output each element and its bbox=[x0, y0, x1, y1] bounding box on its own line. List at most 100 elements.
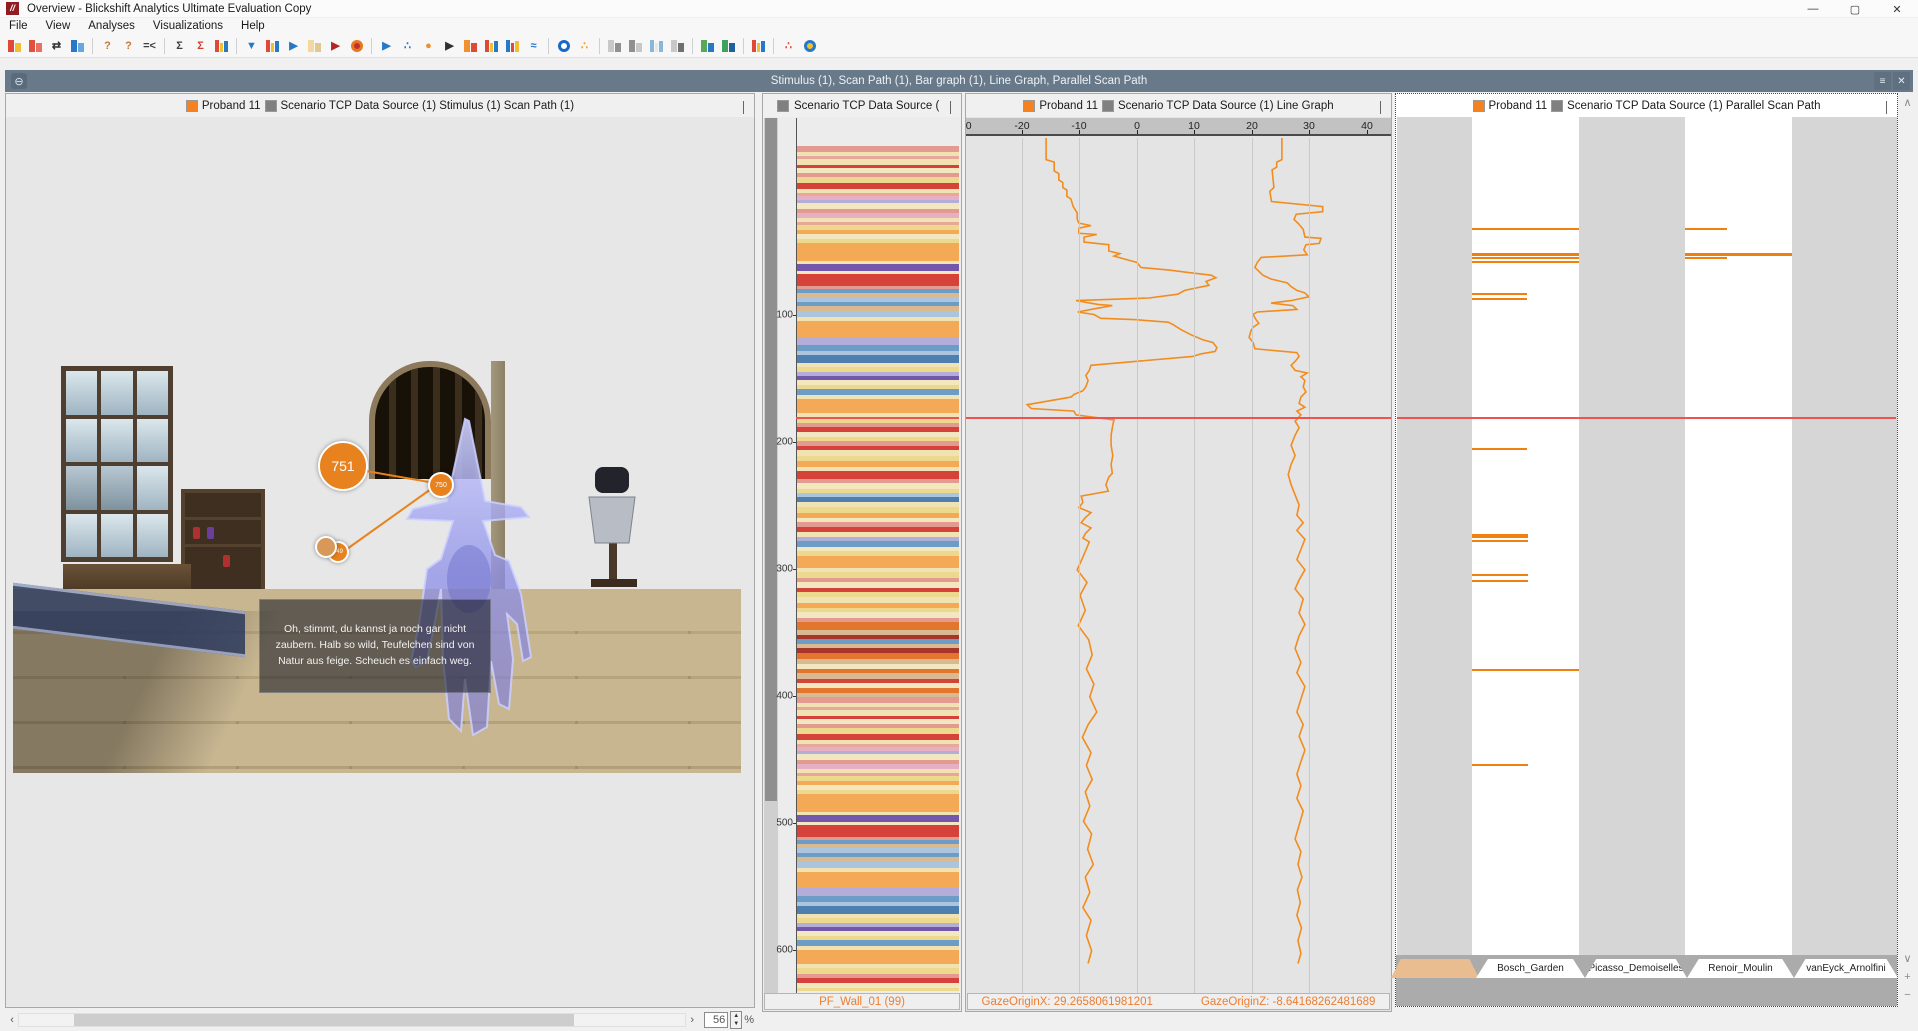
zoom-down-icon[interactable]: ▼ bbox=[731, 1020, 741, 1028]
redo-branch-icon[interactable]: ? bbox=[120, 37, 137, 54]
column-label-active[interactable] bbox=[1391, 959, 1479, 978]
menu-visualizations[interactable]: Visualizations bbox=[144, 18, 232, 34]
collapse-icon[interactable]: ⊖ bbox=[11, 73, 27, 89]
scroll-up-icon[interactable]: ∧ bbox=[1900, 95, 1915, 110]
table-grid-icon[interactable] bbox=[648, 37, 665, 54]
menu-file[interactable]: File bbox=[0, 18, 37, 34]
arrow-path-icon[interactable]: ▶ bbox=[441, 37, 458, 54]
parallel-side-controls: ∧ ∨ + − bbox=[1900, 93, 1915, 1007]
zoom-out-icon[interactable]: − bbox=[1900, 987, 1915, 1002]
aoi-stripe bbox=[797, 471, 959, 479]
aggregate-icon[interactable]: Σ bbox=[192, 37, 209, 54]
stripe-view-a-icon[interactable] bbox=[606, 37, 623, 54]
aoi-shapes-icon[interactable]: ● bbox=[420, 37, 437, 54]
p2-header[interactable]: Scenario TCP Data Source ( bbox=[763, 94, 961, 117]
bar-chart-icon[interactable] bbox=[264, 37, 281, 54]
open-folder-icon[interactable] bbox=[27, 37, 44, 54]
aoi-stripe bbox=[797, 906, 959, 914]
aoi-stripe bbox=[797, 888, 959, 896]
columns-a-icon[interactable] bbox=[483, 37, 500, 54]
p4-header[interactable]: Proband 11Scenario TCP Data Source (1) P… bbox=[1396, 94, 1897, 117]
gridline bbox=[1137, 138, 1138, 993]
colored-table-icon[interactable] bbox=[213, 37, 230, 54]
menu-analyses[interactable]: Analyses bbox=[79, 18, 144, 34]
fixation-circle[interactable] bbox=[315, 536, 337, 558]
parallel-columns-area[interactable] bbox=[1396, 117, 1897, 955]
menu-help[interactable]: Help bbox=[232, 18, 274, 34]
cluster-dots-icon[interactable]: ∴ bbox=[399, 37, 416, 54]
browser-icon[interactable] bbox=[801, 37, 818, 54]
stripe-view-c-icon[interactable] bbox=[669, 37, 686, 54]
line-graph-plot[interactable] bbox=[966, 138, 1391, 993]
dock-list-icon[interactable]: ≡ bbox=[1874, 72, 1891, 90]
scroll-left-icon[interactable]: ‹ bbox=[6, 1014, 18, 1026]
compare-icon[interactable]: =< bbox=[141, 37, 158, 54]
aoi-timeline-stripes[interactable] bbox=[797, 146, 959, 991]
column-label-Renoir_Moulin[interactable]: Renoir_Moulin bbox=[1687, 959, 1794, 978]
donut-icon[interactable] bbox=[348, 37, 365, 54]
close-button[interactable]: ✕ bbox=[1876, 0, 1918, 18]
image-view-icon[interactable] bbox=[720, 37, 737, 54]
p3-dropdown-icon[interactable] bbox=[1380, 101, 1381, 113]
fixation-circle[interactable]: 751 bbox=[318, 441, 368, 491]
signal-curve-icon[interactable]: ≈ bbox=[525, 37, 542, 54]
gaze-origin-x-series bbox=[1027, 138, 1217, 963]
panel-stimulus-scanpath: Proband 11Scenario TCP Data Source (1) S… bbox=[5, 93, 755, 1008]
aoi-stripe bbox=[797, 556, 959, 568]
dock-close-icon[interactable]: ✕ bbox=[1893, 72, 1910, 90]
marker-play-icon[interactable]: ▶ bbox=[285, 37, 302, 54]
play-stop-icon[interactable]: ▶ bbox=[327, 37, 344, 54]
import-export-icon[interactable]: ⇄ bbox=[48, 37, 65, 54]
color-dots-icon[interactable]: ∴ bbox=[780, 37, 797, 54]
save-icon[interactable] bbox=[69, 37, 86, 54]
fixation-circle[interactable]: 750 bbox=[428, 472, 454, 498]
column-label-Picasso_Demoiselles[interactable]: Picasso_Demoiselles bbox=[1585, 959, 1687, 978]
bar-graph-scrollbar[interactable] bbox=[764, 118, 778, 993]
sum-icon[interactable]: Σ bbox=[171, 37, 188, 54]
minimize-button[interactable]: — bbox=[1792, 0, 1834, 18]
time-cursor-p3[interactable] bbox=[966, 417, 1391, 419]
p1-header[interactable]: Proband 11Scenario TCP Data Source (1) S… bbox=[6, 94, 754, 117]
matrix-icon[interactable] bbox=[699, 37, 716, 54]
zoom-stepper[interactable]: ▲▼ bbox=[730, 1011, 742, 1029]
mini-bar-icon[interactable] bbox=[750, 37, 767, 54]
fixation-layer: 751750749 bbox=[13, 361, 741, 773]
zoom-in-icon[interactable]: + bbox=[1900, 969, 1915, 984]
dock-group-header[interactable]: ⊖ Stimulus (1), Scan Path (1), Bar graph… bbox=[5, 70, 1913, 92]
stripe-view-b-icon[interactable] bbox=[627, 37, 644, 54]
dot-line-icon[interactable]: ∴ bbox=[576, 37, 593, 54]
time-cursor-p2[interactable] bbox=[796, 417, 959, 419]
column-label-Bosch_Garden[interactable]: Bosch_Garden bbox=[1476, 959, 1585, 978]
zoom-up-icon[interactable]: ▲ bbox=[731, 1012, 741, 1020]
p4-dropdown-icon[interactable] bbox=[1886, 101, 1887, 113]
column-label-vanEyck_Arnolfini[interactable]: vanEyck_Arnolfini bbox=[1794, 959, 1898, 978]
zoom-unit: % bbox=[744, 1014, 754, 1026]
stimulus-canvas[interactable]: Oh, stimmt, du kannst ja noch gar nicht … bbox=[6, 117, 754, 1007]
p1-dropdown-icon[interactable] bbox=[743, 101, 744, 113]
menu-view[interactable]: View bbox=[37, 18, 80, 34]
scroll-down-icon[interactable]: ∨ bbox=[1900, 951, 1915, 966]
horizontal-scrollbar[interactable] bbox=[18, 1013, 686, 1027]
p2-dropdown-icon[interactable] bbox=[950, 101, 951, 113]
value-axis: -30-20-10010203040 bbox=[966, 118, 1391, 136]
bar-graph-scroll-thumb[interactable] bbox=[765, 118, 777, 801]
scrollbar-thumb[interactable] bbox=[74, 1014, 574, 1026]
undo-branch-icon[interactable]: ? bbox=[99, 37, 116, 54]
panel-line-graph: Proband 11Scenario TCP Data Source (1) L… bbox=[965, 93, 1392, 1012]
aoi-stripe bbox=[797, 264, 959, 271]
zoom-input[interactable]: 56 bbox=[704, 1012, 728, 1028]
circle-view-icon[interactable] bbox=[555, 37, 572, 54]
new-analysis-icon[interactable] bbox=[6, 37, 23, 54]
stimulus-image[interactable]: Oh, stimmt, du kannst ja noch gar nicht … bbox=[13, 361, 741, 773]
filter-icon[interactable]: ▼ bbox=[243, 37, 260, 54]
legend-swatch bbox=[265, 100, 277, 112]
p3-header[interactable]: Proband 11Scenario TCP Data Source (1) L… bbox=[966, 94, 1391, 117]
maximize-button[interactable]: ▢ bbox=[1834, 0, 1876, 18]
time-cursor-p4[interactable] bbox=[1397, 417, 1896, 419]
heat-grid-icon[interactable] bbox=[462, 37, 479, 54]
columns-b-icon[interactable] bbox=[504, 37, 521, 54]
dock-title: Stimulus (1), Scan Path (1), Bar graph (… bbox=[771, 75, 1148, 87]
scroll-right-icon[interactable]: › bbox=[686, 1014, 698, 1026]
timeline-flag-icon[interactable]: ▶ bbox=[378, 37, 395, 54]
scatter-pale-icon[interactable] bbox=[306, 37, 323, 54]
